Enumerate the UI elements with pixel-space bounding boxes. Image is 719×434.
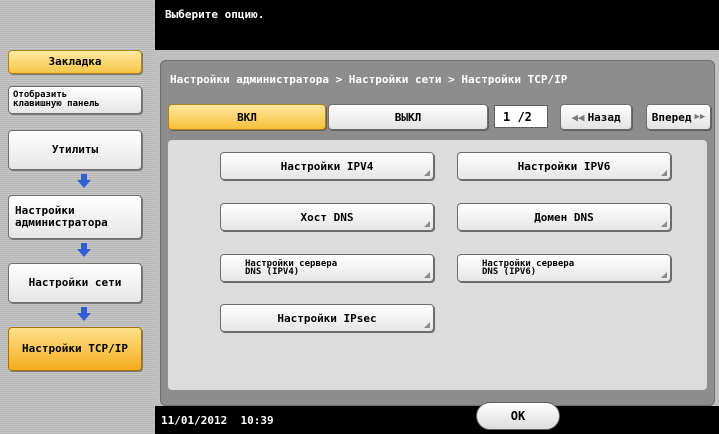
sidebar-item-admin-settings[interactable]: Настройки администратора xyxy=(8,195,142,239)
dns-domain-label: Домен DNS xyxy=(534,210,594,224)
bookmark-button[interactable]: Закладка xyxy=(8,50,142,74)
off-label: ВЫКЛ xyxy=(394,110,422,124)
double-right-arrow-icon: ▶▶ xyxy=(694,112,706,122)
admin-label-line2: администратора xyxy=(15,216,108,229)
ipv4-settings-button[interactable]: Настройки IPV4 xyxy=(220,152,434,180)
ipv6-settings-button[interactable]: Настройки IPV6 xyxy=(457,152,671,180)
bookmark-label: Закладка xyxy=(48,55,102,68)
status-bar: 11/01/2012 10:39 xyxy=(155,406,719,434)
prompt-message: Выберите опцию. xyxy=(165,8,265,21)
sidebar-item-network-settings[interactable]: Настройки сети xyxy=(8,263,142,303)
datetime: 11/01/2012 10:39 xyxy=(161,414,274,427)
ipv6-settings-label: Настройки IPV6 xyxy=(517,159,611,173)
sidebar-item-tcpip-settings[interactable]: Настройки TCP/IP xyxy=(8,327,142,371)
dns-server-ipv4-button[interactable]: Настройки сервера DNS (IPV4) xyxy=(220,254,434,282)
ipsec-settings-label: Настройки IPsec xyxy=(277,311,377,325)
dns-domain-button[interactable]: Домен DNS xyxy=(457,203,671,231)
on-label: ВКЛ xyxy=(237,110,257,124)
sidebar-item-utilities[interactable]: Утилиты xyxy=(8,130,142,170)
on-button[interactable]: ВКЛ xyxy=(168,104,326,130)
ipsec-settings-button[interactable]: Настройки IPsec xyxy=(220,304,434,332)
ok-label: OK xyxy=(510,409,526,423)
forward-label: Вперед xyxy=(651,110,692,124)
breadcrumb: Настройки администратора > Настройки сет… xyxy=(170,73,568,86)
tcpip-settings-panel: Настройки администратора > Настройки сет… xyxy=(160,60,715,406)
dns-host-label: Хост DNS xyxy=(300,210,354,224)
back-label: Назад xyxy=(587,110,621,124)
double-left-arrow-icon: ◀◀ xyxy=(571,110,585,124)
options-area: Настройки IPV4 Настройки IPV6 Хост DNS Д… xyxy=(168,140,707,390)
ipv4-settings-label: Настройки IPV4 xyxy=(280,159,374,173)
back-button[interactable]: ◀◀ Назад xyxy=(560,104,632,130)
dns-server-ipv4-label-line2: DNS (IPV4) xyxy=(245,267,300,277)
screen: Закладка Отобразить клавишную панель Ути… xyxy=(0,0,719,434)
keypad-label-line2: клавишную панель xyxy=(13,99,100,109)
sidebar: Закладка Отобразить клавишную панель Ути… xyxy=(0,0,155,434)
ok-button[interactable]: OK xyxy=(476,402,560,430)
tcpip-label: Настройки TCP/IP xyxy=(22,342,128,355)
dns-server-ipv6-label-line2: DNS (IPV6) xyxy=(482,267,537,277)
message-bar: Выберите опцию. xyxy=(155,0,719,50)
page-indicator: 1 /2 xyxy=(494,105,548,128)
off-button[interactable]: ВЫКЛ xyxy=(328,104,488,130)
forward-button[interactable]: Вперед ▶▶ xyxy=(646,104,711,130)
dns-server-ipv6-button[interactable]: Настройки сервера DNS (IPV6) xyxy=(457,254,671,282)
network-label: Настройки сети xyxy=(28,276,122,289)
show-keypad-button[interactable]: Отобразить клавишную панель xyxy=(8,86,142,114)
dns-host-button[interactable]: Хост DNS xyxy=(220,203,434,231)
utilities-label: Утилиты xyxy=(51,143,99,156)
